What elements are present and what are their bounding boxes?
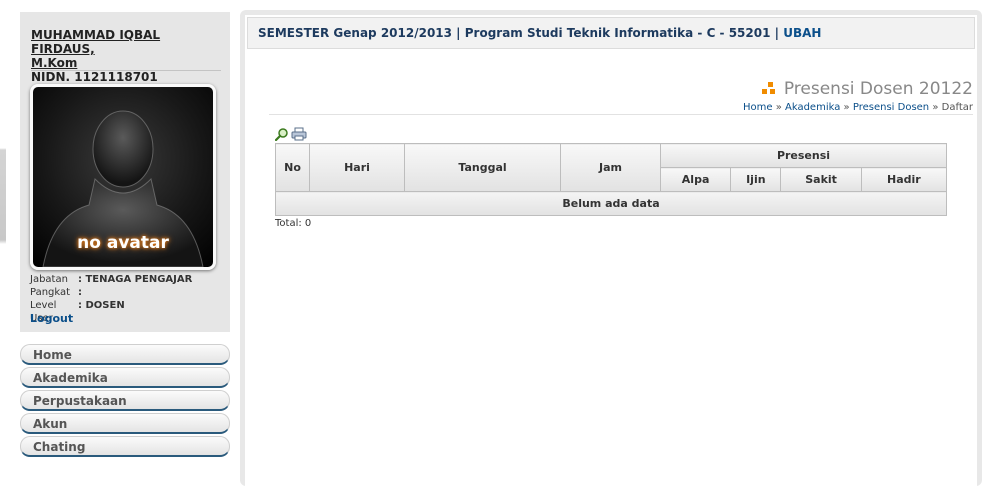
breadcrumb-sep: » bbox=[843, 102, 850, 113]
pangkat-value: : bbox=[78, 287, 82, 298]
avatar-label: no avatar bbox=[77, 233, 169, 253]
jabatan-row: Jabatan : TENAGA PENGAJAR bbox=[30, 273, 192, 286]
ubah-link[interactable]: UBAH bbox=[783, 26, 821, 40]
page-title: Presensi Dosen 20122 bbox=[761, 79, 973, 99]
profile-nidn: NIDN. 1121118701 bbox=[31, 70, 158, 84]
level-value: : DOSEN bbox=[78, 300, 125, 311]
printer-icon[interactable] bbox=[291, 127, 307, 141]
page-wrapper: MUHAMMAD IQBAL FIRDAUS, M.Kom NIDN. 1121… bbox=[6, 0, 1004, 486]
breadcrumb-home[interactable]: Home bbox=[743, 102, 773, 113]
col-alpa[interactable]: Alpa bbox=[659, 167, 732, 192]
sidebar-item-perpustakaan[interactable]: Perpustakaan bbox=[20, 390, 230, 411]
sidebar-item-chating[interactable]: Chating bbox=[20, 436, 230, 457]
col-presensi: Presensi bbox=[660, 143, 947, 168]
sidebar-item-home[interactable]: Home bbox=[20, 344, 230, 365]
profile-panel: MUHAMMAD IQBAL FIRDAUS, M.Kom NIDN. 1121… bbox=[20, 12, 230, 332]
profile-name: MUHAMMAD IQBAL FIRDAUS, M.Kom NIDN. 1121… bbox=[31, 28, 221, 84]
jabatan-value: : TENAGA PENGAJAR bbox=[78, 274, 193, 285]
main-content: SEMESTER Genap 2012/2013 | Program Studi… bbox=[245, 15, 977, 486]
breadcrumb-presensi[interactable]: Presensi Dosen bbox=[853, 102, 929, 113]
breadcrumb-sep: » bbox=[932, 102, 939, 113]
sidebar-item-akademika[interactable]: Akademika bbox=[20, 367, 230, 388]
breadcrumb-akademika[interactable]: Akademika bbox=[785, 102, 840, 113]
semester-text: SEMESTER Genap 2012/2013 | Program Studi… bbox=[258, 26, 780, 40]
breadcrumb: Home » Akademika » Presensi Dosen » Daft… bbox=[743, 102, 973, 113]
col-hadir[interactable]: Hadir bbox=[860, 167, 948, 192]
col-sakit[interactable]: Sakit bbox=[780, 167, 862, 192]
col-jam[interactable]: Jam bbox=[560, 143, 661, 192]
pangkat-label: Pangkat bbox=[30, 287, 71, 298]
profile-name-line1: MUHAMMAD IQBAL FIRDAUS, bbox=[31, 28, 161, 56]
breadcrumb-sep: » bbox=[775, 102, 782, 113]
profile-name-line2: M.Kom bbox=[31, 56, 78, 70]
logout-link[interactable]: Logout bbox=[30, 312, 73, 325]
col-hari[interactable]: Hari bbox=[309, 143, 405, 192]
table-tools bbox=[275, 127, 307, 141]
col-ijin[interactable]: Ijin bbox=[730, 167, 782, 192]
avatar: no avatar bbox=[30, 84, 216, 270]
empty-message: Belum ada data bbox=[275, 191, 947, 216]
main-panel: SEMESTER Genap 2012/2013 | Program Studi… bbox=[240, 10, 982, 486]
pangkat-row: Pangkat : bbox=[30, 286, 192, 299]
semester-bar: SEMESTER Genap 2012/2013 | Program Studi… bbox=[247, 17, 975, 49]
col-tanggal[interactable]: Tanggal bbox=[404, 143, 561, 192]
sidebar-item-akun[interactable]: Akun bbox=[20, 413, 230, 434]
magnifier-icon[interactable] bbox=[275, 127, 289, 141]
page-title-text: Presensi Dosen 20122 bbox=[783, 79, 973, 99]
presensi-table: No Hari Tanggal Jam Presensi Alpa Ijin S… bbox=[275, 143, 948, 216]
title-divider bbox=[269, 114, 973, 115]
total-count: Total: 0 bbox=[275, 218, 312, 229]
profile-divider bbox=[31, 70, 221, 71]
sidebar-menu: Home Akademika Perpustakaan Akun Chating bbox=[20, 344, 230, 459]
jabatan-label: Jabatan bbox=[30, 274, 68, 285]
breadcrumb-current: Daftar bbox=[941, 102, 973, 113]
title-squares-icon bbox=[761, 82, 778, 96]
table-row: Belum ada data bbox=[275, 191, 947, 216]
col-no[interactable]: No bbox=[275, 143, 310, 192]
